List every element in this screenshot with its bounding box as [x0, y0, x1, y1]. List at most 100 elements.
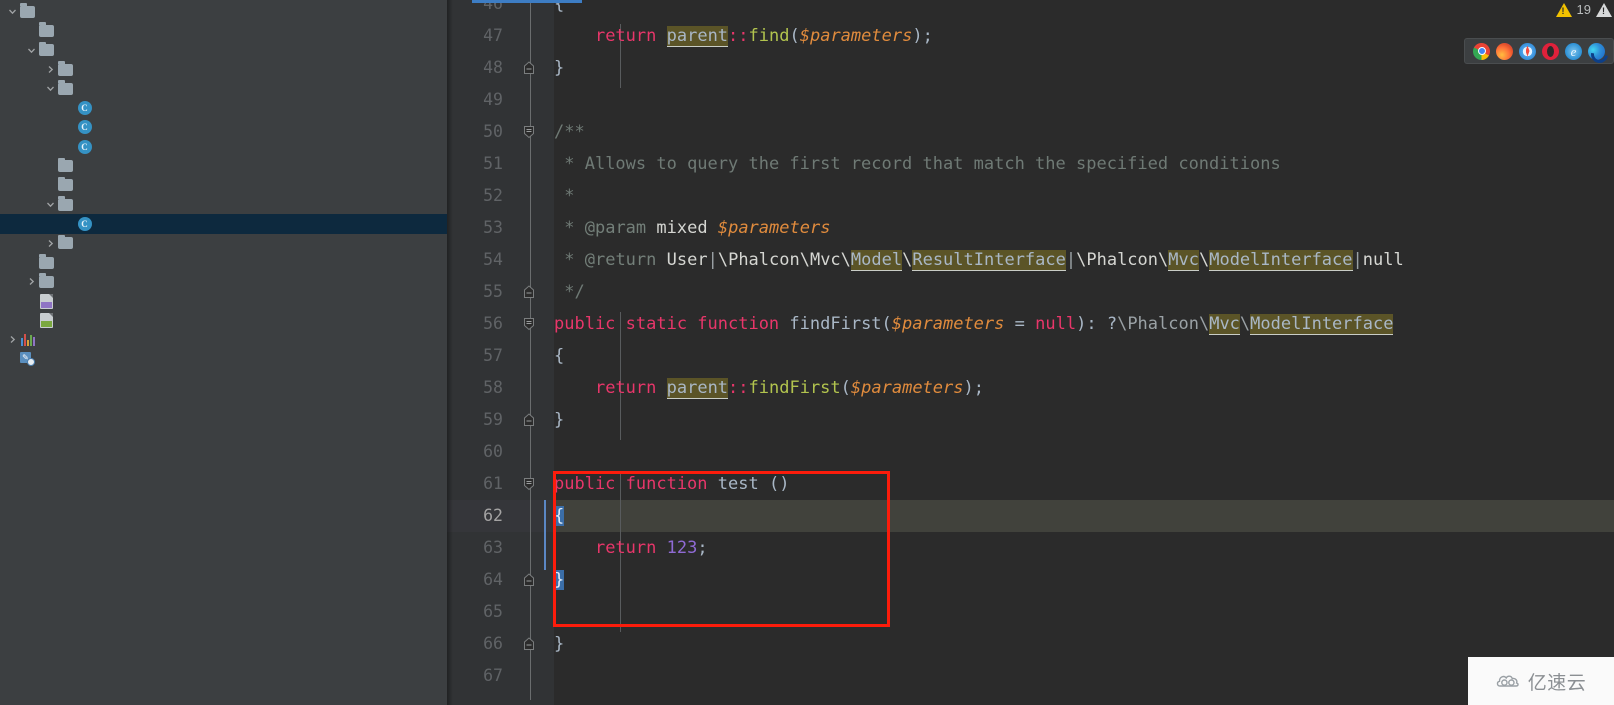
warning-triangle-icon [1555, 2, 1572, 17]
editor-code-area[interactable] [554, 0, 1614, 705]
warning-triangle-grey-icon [1596, 2, 1612, 17]
line-number: 55 [483, 282, 503, 301]
php-class-icon: C [77, 120, 92, 135]
line-number: 49 [483, 90, 503, 109]
folder-icon [58, 234, 73, 250]
tree-item-models[interactable] [0, 195, 447, 214]
tree-item-config[interactable] [0, 60, 447, 79]
folder-icon [39, 273, 54, 288]
tree-item-cache[interactable] [0, 253, 447, 272]
line-number: 48 [483, 58, 503, 77]
ie-icon[interactable] [1565, 42, 1582, 60]
line-number: 54 [483, 250, 503, 269]
line-number: 46 [483, 0, 503, 13]
tree-item-phalcon[interactable] [0, 21, 447, 40]
warning-count: 19 [1576, 2, 1591, 17]
code-line[interactable]: return parent::find($parameters); [554, 20, 933, 52]
line-number: 51 [483, 154, 503, 173]
chevron-right-icon[interactable] [6, 335, 19, 344]
code-editor[interactable]: 46{47 return parent::find($parameters); 4… [447, 0, 1614, 705]
line-number: 58 [483, 378, 503, 397]
tree-item-views[interactable] [0, 234, 447, 253]
watermark-text: 亿速云 [1527, 671, 1587, 694]
tree-item-migrations[interactable] [0, 176, 447, 195]
fold-toggle-icon[interactable] [521, 636, 539, 654]
chevron-down-icon[interactable] [44, 84, 57, 93]
project-tree-panel[interactable]: C C C C ✎ [0, 0, 447, 705]
chevron-down-icon[interactable] [6, 7, 19, 16]
tree-item-external-libraries[interactable] [0, 330, 447, 349]
folder-icon [58, 176, 73, 192]
tree-item-index-html[interactable] [0, 311, 447, 330]
php-file-icon [40, 293, 53, 309]
chevron-down-icon[interactable] [44, 200, 57, 209]
fold-toggle-icon[interactable] [521, 412, 539, 430]
line-number: 63 [483, 538, 503, 557]
line-number: 66 [483, 634, 503, 653]
cloud-icon [1496, 673, 1522, 689]
folder-icon [39, 254, 54, 269]
tree-item-library[interactable] [0, 156, 447, 175]
tree-item-htrouter-php[interactable] [0, 291, 447, 310]
chevron-right-icon[interactable] [44, 65, 57, 74]
fold-spine [529, 0, 531, 700]
code-line[interactable]: return parent::findFirst($parameters); [554, 372, 984, 404]
code-line[interactable]: * @return User|\Phalcon\Mvc\Model\Result… [554, 244, 1404, 276]
code-line[interactable]: } [554, 628, 564, 660]
safari-icon[interactable] [1519, 42, 1536, 60]
fold-toggle-icon[interactable] [521, 476, 539, 494]
code-line[interactable]: } [554, 564, 565, 596]
code-line[interactable]: { [554, 0, 564, 20]
line-number: 65 [483, 602, 503, 621]
tree-item-indexcontroller-php[interactable]: C [0, 118, 447, 137]
html-file-icon [40, 312, 53, 328]
tree-item-phalcon[interactable] [0, 2, 447, 21]
line-number: 62 [483, 506, 503, 525]
inspection-status[interactable]: 19 [1555, 2, 1612, 17]
php-class-icon: C [77, 101, 92, 116]
browser-launcher-bar[interactable] [1464, 38, 1614, 64]
tree-item-user-php[interactable]: C [0, 214, 447, 234]
line-number: 53 [483, 218, 503, 237]
tree-item-scratches-and-consoles[interactable]: ✎ [0, 349, 447, 368]
chrome-icon[interactable] [1473, 42, 1490, 60]
tree-item-app[interactable] [0, 41, 447, 60]
scratches-icon: ✎ [20, 351, 35, 367]
fold-toggle-icon[interactable] [521, 316, 539, 334]
code-line[interactable]: /** [554, 116, 585, 148]
chevron-right-icon[interactable] [25, 277, 38, 286]
edge-icon[interactable] [1588, 42, 1605, 60]
code-line[interactable]: * Allows to query the first record that … [554, 148, 1280, 180]
code-line[interactable]: public static function findFirst($parame… [554, 308, 1394, 340]
fold-toggle-icon[interactable] [521, 572, 539, 590]
line-number: 56 [483, 314, 503, 333]
tree-item-public[interactable] [0, 272, 447, 291]
line-number: 47 [483, 26, 503, 45]
fold-toggle-icon[interactable] [521, 60, 539, 78]
php-class-icon: C [77, 216, 92, 231]
tree-item-controllerbase-php[interactable]: C [0, 98, 447, 117]
line-number: 52 [483, 186, 503, 205]
libraries-icon [20, 333, 35, 347]
opera-icon[interactable] [1542, 42, 1559, 60]
code-line[interactable]: * @param mixed $parameters [554, 212, 830, 244]
code-line[interactable]: return 123; [554, 532, 708, 564]
fold-toggle-icon[interactable] [521, 124, 539, 142]
code-line[interactable]: { [554, 340, 564, 372]
fold-toggle-icon[interactable] [521, 284, 539, 302]
code-line[interactable]: * [554, 180, 574, 212]
chevron-down-icon[interactable] [25, 46, 38, 55]
code-line[interactable]: } [554, 404, 564, 436]
firefox-icon[interactable] [1496, 42, 1513, 60]
tree-item-controllers[interactable] [0, 79, 447, 98]
line-number: 50 [483, 122, 503, 141]
code-line[interactable]: } [554, 52, 564, 84]
line-number: 59 [483, 410, 503, 429]
code-line[interactable]: */ [554, 276, 584, 308]
code-line[interactable]: public function test () [554, 468, 789, 500]
php-class-icon: C [77, 139, 92, 154]
chevron-right-icon[interactable] [44, 239, 57, 248]
tree-item-usercontroller-php[interactable]: C [0, 137, 447, 156]
code-line[interactable]: { [554, 500, 565, 532]
project-tree[interactable]: C C C C ✎ [0, 2, 447, 369]
